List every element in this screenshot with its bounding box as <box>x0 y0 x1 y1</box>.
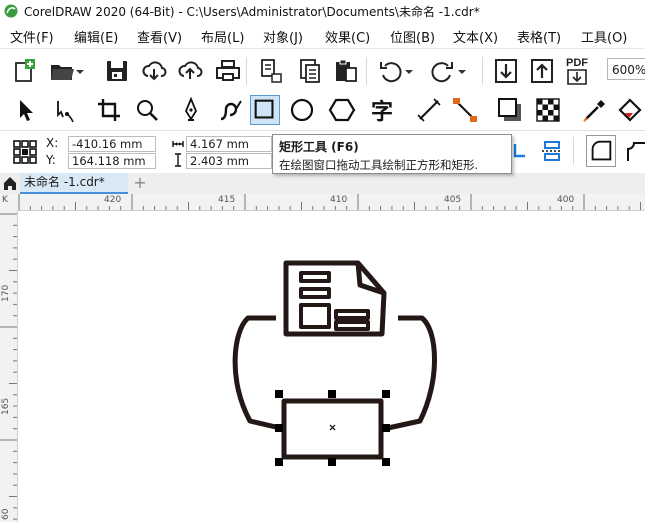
menu-text[interactable]: 文本(X) <box>453 27 498 46</box>
crop-tool-icon[interactable] <box>94 95 124 125</box>
menu-bitmaps[interactable]: 位图(B) <box>390 27 435 46</box>
menu-table[interactable]: 表格(T) <box>517 27 561 46</box>
freehand-pen-tool-icon[interactable] <box>176 95 206 125</box>
import-arrow-icon[interactable] <box>492 57 520 85</box>
ruler-v-label: 170 <box>1 284 11 302</box>
document-tab-bar: 未命名 -1.cdr* + <box>0 173 645 195</box>
rectangle-tool-icon[interactable] <box>250 95 280 125</box>
connector-tool-icon[interactable] <box>450 95 480 125</box>
menu-tools[interactable]: 工具(O) <box>581 27 627 46</box>
wrap-text-icon[interactable] <box>512 140 528 162</box>
zoom-level-field[interactable]: 600% <box>607 58 645 80</box>
document-tab[interactable]: 未命名 -1.cdr* <box>20 173 128 194</box>
undo-dropdown-icon[interactable] <box>403 57 415 85</box>
redo-dropdown-icon[interactable] <box>456 57 468 85</box>
undo-icon[interactable] <box>377 57 405 85</box>
vertical-ruler-ticks <box>0 213 17 520</box>
title-bar: CorelDRAW 2020 (64-Bit) - C:\Users\Admin… <box>0 0 645 23</box>
toolbar-separator <box>246 57 247 85</box>
svg-text:字: 字 <box>371 99 393 125</box>
toolbar-separator <box>573 137 574 165</box>
round-corner-icon[interactable] <box>586 135 616 167</box>
home-icon[interactable] <box>2 175 18 191</box>
pdf-label: PDF <box>566 57 588 69</box>
height-field[interactable]: 2.403 mm <box>186 153 272 169</box>
new-document-icon[interactable] <box>10 57 38 85</box>
tooltip-description: 在绘图窗口拖动工具绘制正方形和矩形. <box>279 158 479 172</box>
printer-drawing[interactable] <box>18 211 645 522</box>
export-arrow-icon[interactable] <box>528 57 556 85</box>
printer-body-left[interactable] <box>232 315 281 431</box>
ruler-v-label: 60 <box>1 508 11 520</box>
add-tab-button[interactable]: + <box>132 175 148 191</box>
menu-object[interactable]: 对象(J) <box>263 27 303 46</box>
paper-block[interactable] <box>299 287 331 299</box>
height-icon <box>173 153 183 167</box>
print-icon[interactable] <box>214 57 242 85</box>
shape-tool-icon[interactable] <box>50 95 80 125</box>
y-position-field[interactable]: 164.118 mm <box>68 153 156 169</box>
drawing-canvas[interactable] <box>18 211 645 522</box>
paper-block[interactable] <box>299 271 331 283</box>
horizontal-ruler[interactable]: K 420 415 410 405 400 <box>0 194 645 211</box>
ruler-corner-label: K <box>2 195 8 205</box>
window-title: CorelDRAW 2020 (64-Bit) - C:\Users\Admin… <box>24 5 480 19</box>
menu-view[interactable]: 查看(V) <box>137 27 182 46</box>
save-icon[interactable] <box>103 57 131 85</box>
interactive-fill-tool-icon[interactable] <box>615 95 645 125</box>
toolbar-separator <box>366 57 367 85</box>
scalloped-corner-icon[interactable] <box>624 137 645 165</box>
selected-rectangle[interactable] <box>281 398 384 460</box>
paper-block[interactable] <box>334 309 370 320</box>
menu-file[interactable]: 文件(F) <box>10 27 54 46</box>
zoom-tool-icon[interactable] <box>132 95 162 125</box>
ruler-h-label: 400 <box>557 195 575 205</box>
width-icon <box>172 138 184 148</box>
text-tool-icon[interactable]: 字 <box>367 95 397 125</box>
ruler-h-label: 415 <box>218 195 236 205</box>
drop-shadow-tool-icon[interactable] <box>495 95 525 125</box>
paper-block[interactable] <box>299 303 331 329</box>
toolbar-separator <box>482 57 483 85</box>
cloud-download-icon[interactable] <box>140 57 168 85</box>
menu-layout[interactable]: 布局(L) <box>201 27 244 46</box>
rectangle-tool-tooltip: 矩形工具 (F6) 在绘图窗口拖动工具绘制正方形和矩形. <box>272 134 512 174</box>
standard-toolbar: PDF 600% <box>0 48 645 94</box>
ruler-h-label: 410 <box>330 195 348 205</box>
ellipse-tool-icon[interactable] <box>287 95 317 125</box>
open-folder-icon[interactable] <box>48 57 76 85</box>
polygon-tool-icon[interactable] <box>327 95 357 125</box>
eyedropper-tool-icon[interactable] <box>580 95 610 125</box>
transparency-tool-icon[interactable] <box>533 95 563 125</box>
cloud-upload-icon[interactable] <box>176 57 204 85</box>
ruler-h-label: 405 <box>444 195 462 205</box>
pick-tool-icon[interactable] <box>10 95 40 125</box>
tooltip-title: 矩形工具 (F6) <box>279 140 359 154</box>
menu-edit[interactable]: 编辑(E) <box>74 27 118 46</box>
align-distribute-icon[interactable] <box>540 139 564 163</box>
coreldraw-logo-icon <box>4 4 18 18</box>
parallel-dimension-tool-icon[interactable] <box>414 95 444 125</box>
x-label: X: <box>46 136 59 150</box>
printer-body-right[interactable] <box>387 315 437 431</box>
menu-effects[interactable]: 效果(C) <box>325 27 370 46</box>
x-position-field[interactable]: -410.16 mm <box>68 136 156 152</box>
artistic-media-tool-icon[interactable] <box>216 95 246 125</box>
export-icon[interactable] <box>296 57 324 85</box>
paper-block[interactable] <box>334 320 370 331</box>
open-dropdown-icon[interactable] <box>74 57 86 85</box>
ruler-v-label: 165 <box>1 397 11 415</box>
publish-pdf-icon[interactable]: PDF <box>564 55 592 85</box>
center-mark <box>329 424 336 431</box>
vertical-ruler[interactable]: 170 165 60 <box>0 210 18 522</box>
redo-icon[interactable] <box>428 57 456 85</box>
y-label: Y: <box>46 153 56 167</box>
toolbox: 字 <box>0 92 645 131</box>
import-icon[interactable] <box>258 57 286 85</box>
ruler-h-label: 420 <box>104 195 122 205</box>
menu-bar: 文件(F) 编辑(E) 查看(V) 布局(L) 对象(J) 效果(C) 位图(B… <box>0 22 645 48</box>
clipboard-icon[interactable] <box>332 57 360 85</box>
object-origin-icon[interactable] <box>12 139 38 165</box>
width-field[interactable]: 4.167 mm <box>186 136 272 152</box>
